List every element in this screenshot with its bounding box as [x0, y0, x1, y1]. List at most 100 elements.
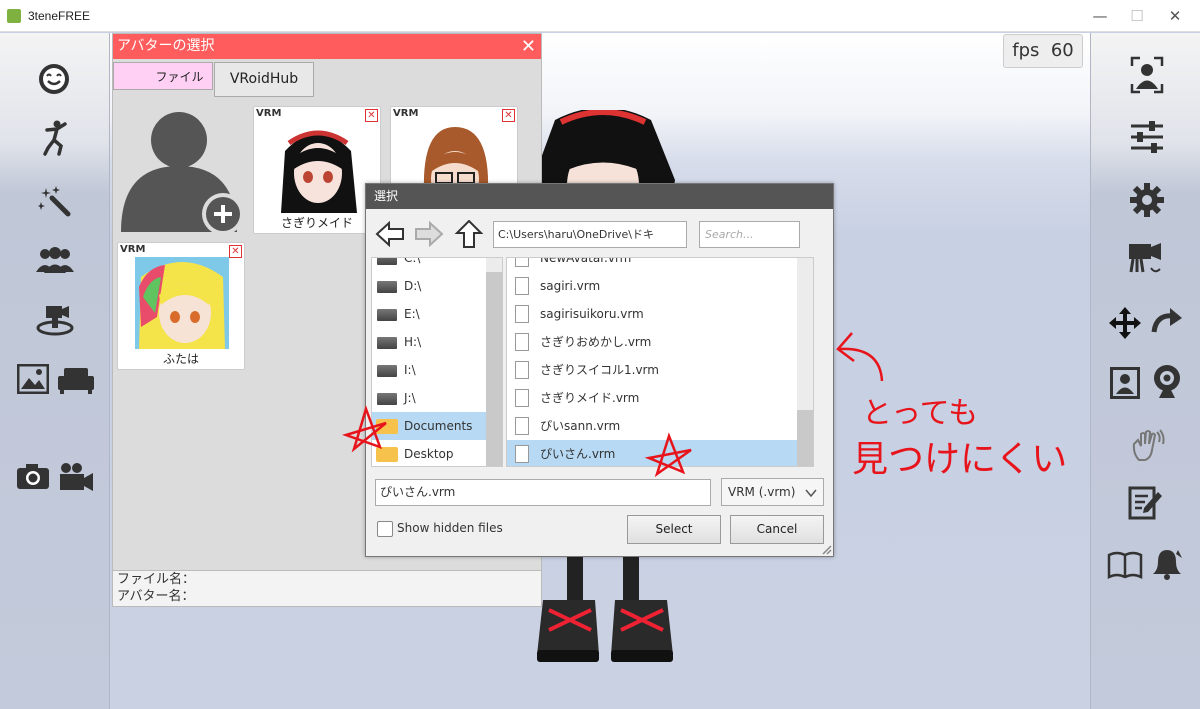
- avatar-thumbnail: [135, 257, 229, 349]
- sliders-icon[interactable]: [1127, 118, 1167, 156]
- add-avatar-button[interactable]: [119, 104, 244, 234]
- drive-icon: [377, 258, 397, 265]
- file-icon: [515, 305, 529, 323]
- drive-label: Desktop: [404, 447, 454, 461]
- file-icon: [515, 445, 529, 463]
- photo-camera-icon[interactable]: [16, 461, 50, 491]
- file-item[interactable]: さぎりスイコル1.vrm: [507, 356, 813, 384]
- avatar-name-label: アバター名：: [117, 589, 195, 604]
- window-titlebar: 3teneFREE — ☐ ✕: [0, 0, 1200, 32]
- book-icon[interactable]: [1107, 549, 1143, 581]
- gear-icon[interactable]: [1127, 180, 1167, 220]
- avatar-name: ふたは: [162, 352, 199, 366]
- up-arrow-icon[interactable]: [454, 220, 484, 248]
- file-label: ぴいさん.vrm: [540, 447, 616, 461]
- drive-item[interactable]: H:\: [372, 328, 486, 356]
- drive-item[interactable]: E:\: [372, 300, 486, 328]
- file-item[interactable]: さぎりおめかし.vrm: [507, 328, 813, 356]
- portrait-icon[interactable]: [1109, 366, 1141, 400]
- file-select-dialog: 選択 C:\Users\haru\OneDrive\ドキ Search... C…: [365, 183, 834, 557]
- file-icon: [515, 417, 529, 435]
- forward-arrow-icon[interactable]: [414, 220, 444, 248]
- webcam-icon[interactable]: [1149, 364, 1185, 400]
- file-label: NewAvatar.vrm: [540, 257, 632, 265]
- face-icon[interactable]: [36, 61, 72, 97]
- drive-label: D:\: [404, 279, 422, 293]
- magic-wand-icon[interactable]: [37, 183, 73, 219]
- face-tracking-icon[interactable]: [1129, 55, 1165, 95]
- file-icon: [515, 277, 529, 295]
- maximize-button[interactable]: ☐: [1122, 6, 1152, 26]
- file-icon: [515, 361, 529, 379]
- drive-item[interactable]: I:\: [372, 356, 486, 384]
- edit-icon[interactable]: [1127, 485, 1165, 521]
- file-label: さぎりスイコル1.vrm: [540, 363, 659, 377]
- camera-stage-icon[interactable]: [35, 303, 75, 337]
- drive-icon: [377, 309, 397, 321]
- remove-avatar-button[interactable]: ✕: [502, 109, 515, 122]
- dialog-title: 選択: [366, 184, 833, 209]
- fps-label: fps: [1012, 40, 1040, 61]
- group-icon[interactable]: [35, 245, 75, 275]
- file-label: さぎりメイド.vrm: [540, 391, 640, 405]
- drive-item[interactable]: D:\: [372, 272, 486, 300]
- avatar-name: さぎりメイド: [280, 216, 353, 230]
- tab-file[interactable]: ファイル: [113, 62, 213, 90]
- image-icon[interactable]: [16, 363, 50, 395]
- drive-label: J:\: [404, 391, 416, 405]
- vrm-tag: VRM: [120, 244, 146, 255]
- sofa-icon[interactable]: [58, 365, 94, 395]
- file-label: sagirisuikoru.vrm: [540, 307, 644, 321]
- fps-counter: fps 60: [1003, 34, 1083, 68]
- camera-rotate-icon[interactable]: [1126, 241, 1166, 277]
- cancel-button[interactable]: Cancel: [730, 515, 824, 544]
- show-hidden-label: Show hidden files: [397, 521, 503, 535]
- window-title: 3teneFREE: [28, 9, 91, 23]
- drive-icon: [377, 393, 397, 405]
- drive-scrollbar-thumb[interactable]: [486, 272, 502, 466]
- file-item[interactable]: sagiri.vrm: [507, 272, 813, 300]
- drive-label: C:\: [404, 257, 421, 265]
- minimize-button[interactable]: —: [1085, 6, 1115, 26]
- drive-item[interactable]: C:\: [372, 257, 486, 272]
- video-camera-icon[interactable]: [58, 461, 94, 493]
- file-icon: [515, 333, 529, 351]
- back-arrow-icon[interactable]: [375, 220, 405, 248]
- search-input[interactable]: Search...: [699, 221, 800, 248]
- hand-icon[interactable]: [1128, 427, 1166, 463]
- drive-label: Documents: [404, 419, 473, 433]
- select-button[interactable]: Select: [627, 515, 721, 544]
- tab-vroidhub[interactable]: VRoidHub: [214, 62, 314, 97]
- avatar-info-box: ファイル名： アバター名：: [113, 570, 541, 606]
- file-label: sagiri.vrm: [540, 279, 601, 293]
- file-item[interactable]: sagirisuikoru.vrm: [507, 300, 813, 328]
- avatar-card[interactable]: VRM ✕ ふたは: [117, 242, 245, 370]
- drive-icon: [377, 281, 397, 293]
- file-scrollbar-thumb[interactable]: [797, 410, 813, 466]
- show-hidden-checkbox[interactable]: [377, 521, 393, 537]
- bell-icon[interactable]: [1149, 547, 1185, 581]
- avatar-panel-header: アバターの選択 ✕: [113, 34, 541, 59]
- remove-avatar-button[interactable]: ✕: [229, 245, 242, 258]
- file-type-select[interactable]: VRM (.vrm): [721, 478, 824, 506]
- avatar-card[interactable]: VRM ✕ さぎりメイド: [253, 106, 381, 234]
- filename-input[interactable]: ぴいさん.vrm: [375, 479, 711, 506]
- move-icon[interactable]: [1107, 305, 1143, 341]
- close-window-button[interactable]: ✕: [1160, 6, 1190, 26]
- avatar-panel-close-button[interactable]: ✕: [521, 34, 536, 59]
- resize-grip-icon[interactable]: [822, 545, 832, 555]
- fps-value: 60: [1050, 40, 1074, 61]
- file-name-label: ファイル名：: [117, 572, 196, 587]
- avatar-panel-title: アバターの選択: [117, 38, 215, 54]
- path-field[interactable]: C:\Users\haru\OneDrive\ドキ: [493, 221, 687, 248]
- file-item[interactable]: さぎりメイド.vrm: [507, 384, 813, 412]
- drive-label: I:\: [404, 363, 416, 377]
- file-label: さぎりおめかし.vrm: [540, 335, 652, 349]
- redo-icon[interactable]: [1149, 307, 1185, 339]
- pose-icon[interactable]: [38, 118, 74, 158]
- remove-avatar-button[interactable]: ✕: [365, 109, 378, 122]
- drive-icon: [377, 365, 397, 377]
- file-item[interactable]: NewAvatar.vrm: [507, 257, 813, 272]
- file-type-value: VRM (.vrm): [728, 485, 796, 499]
- drive-label: E:\: [404, 307, 420, 321]
